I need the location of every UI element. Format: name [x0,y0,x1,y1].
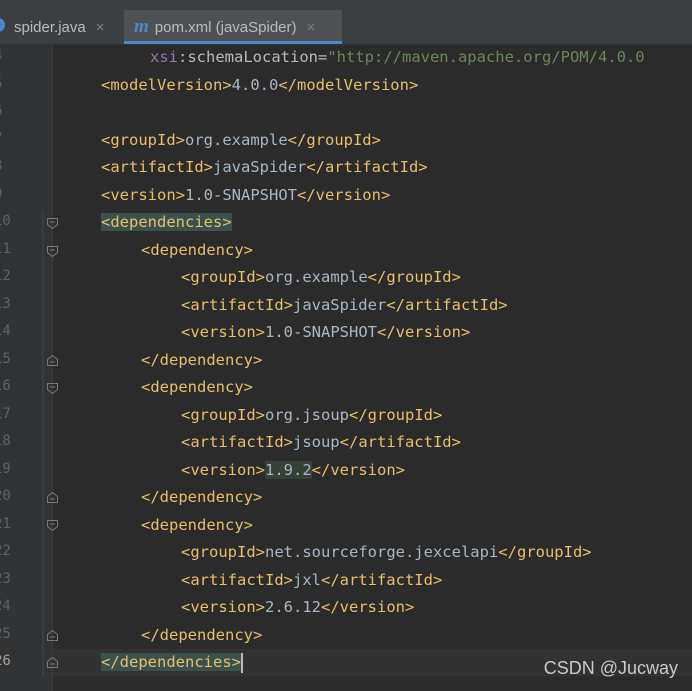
line-number: 11 [0,241,11,257]
code-line: </dependency> [141,488,263,506]
matched-tag: <dependencies> [101,213,232,231]
fold-close-icon[interactable] [47,657,58,668]
indent-guide [42,210,44,676]
code-line: <dependency> [141,516,253,534]
close-icon[interactable]: × [96,19,105,36]
line-number: 14 [0,323,11,339]
fold-open-icon[interactable] [47,246,58,257]
tab-spider-java[interactable]: spider.java × [0,10,120,44]
line-number: 16 [0,378,11,394]
code-line: <artifactId>javaSpider</artifactId> [181,296,508,314]
line-number: 17 [0,406,11,422]
code-line: xsi:schemaLocation="http://maven.apache.… [150,48,645,66]
code-line: <artifactId>jsoup</artifactId> [181,433,461,451]
line-number: 25 [0,626,11,642]
code-line: <artifactId>jxl</artifactId> [181,571,443,589]
editor-tab-bar: spider.java × m pom.xml (javaSpider) × [0,0,692,45]
line-number: 12 [0,268,11,284]
line-number: 5 [0,76,2,92]
code-line: <dependency> [141,241,253,259]
code-line: <version>1.0-SNAPSHOT</version> [181,323,471,341]
line-number: 18 [0,433,11,449]
line-number: 7 [0,131,2,147]
line-number: 21 [0,516,11,532]
code-line: <groupId>org.example</groupId> [181,268,461,286]
fold-open-icon[interactable] [47,383,58,394]
line-number: 4 [0,48,2,64]
line-number: 10 [0,213,11,229]
line-number: 9 [0,186,2,202]
line-number: 24 [0,598,11,614]
line-number: 13 [0,296,11,312]
line-number: 6 [0,103,2,119]
line-number: 8 [0,158,2,174]
fold-close-icon[interactable] [47,355,58,366]
code-line: <dependency> [141,378,253,396]
code-line: <version>1.9.2</version> [181,461,405,479]
code-line: <version>2.6.12</version> [181,598,415,616]
line-number-gutter [0,44,52,691]
code-line: <groupId>net.sourceforge.jexcelapi</grou… [181,543,592,561]
line-number: 23 [0,571,11,587]
maven-icon: m [134,16,149,37]
watermark: CSDN @Jucway [543,658,678,678]
fold-close-icon[interactable] [47,630,58,641]
gutter-separator [52,44,53,691]
code-line: <groupId>org.example</groupId> [101,131,381,149]
code-line: <version>1.0-SNAPSHOT</version> [101,186,391,204]
line-number: 22 [0,543,11,559]
code-line: </dependency> [141,351,263,369]
fold-open-icon[interactable] [47,218,58,229]
code-line: <modelVersion>4.0.0</modelVersion> [101,76,419,94]
tab-label: spider.java [14,18,86,36]
tab-label: pom.xml (javaSpider) [154,18,297,36]
java-class-icon [0,17,8,37]
line-number: 15 [0,351,11,367]
text-caret [240,652,243,673]
matched-tag: </dependencies> [101,653,241,671]
line-number: 19 [0,461,11,477]
code-line: <dependencies> [101,209,232,236]
code-line: </dependency> [141,626,263,644]
code-line: </dependencies> [101,649,243,676]
close-icon[interactable]: × [307,19,316,36]
line-number: 20 [0,488,11,504]
fold-close-icon[interactable] [47,492,58,503]
line-number-current: 26 [0,653,11,669]
tab-pom-xml[interactable]: m pom.xml (javaSpider) × [124,10,342,44]
code-line: <artifactId>javaSpider</artifactId> [101,158,428,176]
highlighted-value: 1.9.2 [265,461,312,479]
fold-open-icon[interactable] [47,520,58,531]
code-line: <groupId>org.jsoup</groupId> [181,406,443,424]
